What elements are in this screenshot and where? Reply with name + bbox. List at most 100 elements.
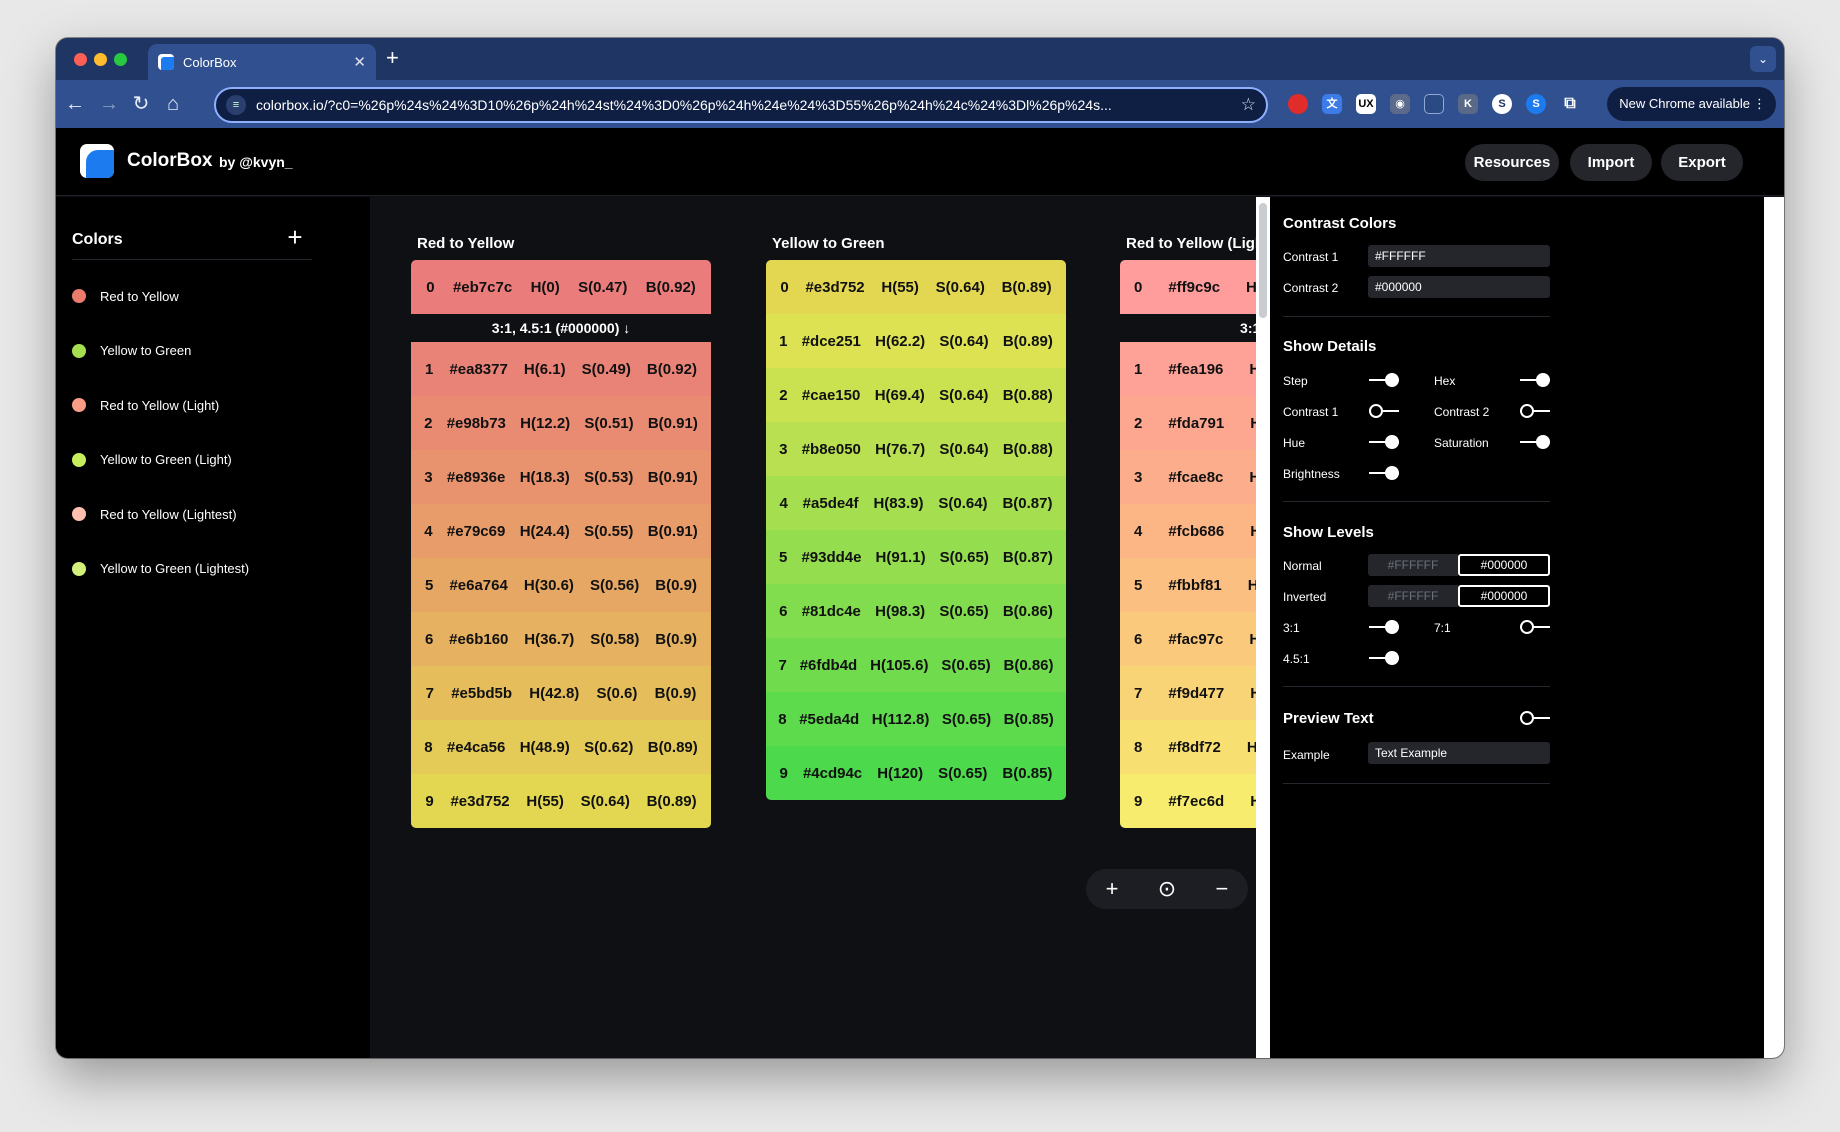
- swatch-row[interactable]: 1 #ea8377 H(6.1) S(0.49) B(0.92): [411, 342, 711, 396]
- palette-title[interactable]: Red to Yellow: [417, 235, 514, 252]
- brightness-toggle[interactable]: [1369, 465, 1399, 481]
- swatch-row[interactable]: 5 #fbbf81 H(30: [1120, 558, 1256, 612]
- chrome-menu-icon[interactable]: ⋮: [1753, 87, 1766, 121]
- import-button[interactable]: Import: [1570, 144, 1652, 181]
- hex-toggle[interactable]: [1520, 372, 1550, 388]
- palette-swatches: 0 #ff9c9c H 3:1, 4.5:1 1 #fea196 H(2 #fda791 H(1…: [1120, 260, 1256, 828]
- swatch-row[interactable]: 8 #f8df72 H(48: [1120, 720, 1256, 774]
- saturation-toggle[interactable]: [1520, 434, 1550, 450]
- site-info-icon[interactable]: ≡: [226, 95, 246, 115]
- maximize-window-button[interactable]: [114, 53, 127, 66]
- sidebar-item[interactable]: Yellow to Green: [72, 336, 322, 366]
- swatch-row[interactable]: 8 #e4ca56 H(48.9) S(0.62) B(0.89): [411, 720, 711, 774]
- extension-shazam-icon[interactable]: S: [1526, 94, 1546, 114]
- swatch-row[interactable]: 8 #5eda4d H(112.8) S(0.65) B(0.85): [766, 692, 1066, 746]
- contrast1-input[interactable]: #FFFFFF: [1368, 245, 1550, 267]
- extension-window-icon[interactable]: [1424, 94, 1444, 114]
- extensions-puzzle-icon[interactable]: ⧉: [1560, 94, 1580, 114]
- step-toggle[interactable]: [1369, 372, 1399, 388]
- tab-search-chevron-icon[interactable]: ⌄: [1750, 46, 1776, 72]
- inverted-light-option[interactable]: #FFFFFF: [1368, 585, 1458, 607]
- sidebar-item[interactable]: Red to Yellow (Light): [72, 390, 322, 420]
- swatch-row[interactable]: 1 #dce251 H(62.2) S(0.64) B(0.89): [766, 314, 1066, 368]
- extension-red-icon[interactable]: [1288, 94, 1308, 114]
- palette-title[interactable]: Red to Yellow (Light): [1126, 235, 1256, 252]
- normal-dark-option[interactable]: #000000: [1458, 554, 1550, 576]
- add-color-button[interactable]: +: [282, 221, 308, 253]
- swatch-row[interactable]: 6 #81dc4e H(98.3) S(0.65) B(0.86): [766, 584, 1066, 638]
- ratio-7-1-toggle[interactable]: [1520, 619, 1550, 635]
- reset-view-button[interactable]: ⊙: [1158, 876, 1176, 902]
- chrome-update-button[interactable]: New Chrome available ⋮: [1607, 87, 1776, 121]
- swatch-row[interactable]: 0 #e3d752 H(55) S(0.64) B(0.89): [766, 260, 1066, 314]
- swatch-row[interactable]: 6 #fac97c H(3: [1120, 612, 1256, 666]
- swatch-s: S(0.65): [939, 548, 989, 566]
- sidebar-item[interactable]: Yellow to Green (Light): [72, 445, 322, 475]
- zoom-in-button[interactable]: +: [1106, 876, 1119, 902]
- swatch-row[interactable]: 4#fcb686H(24: [1120, 504, 1256, 558]
- contrast2-toggle[interactable]: [1520, 403, 1550, 419]
- zoom-out-button[interactable]: −: [1216, 876, 1229, 902]
- swatch-row[interactable]: 4 #a5de4f H(83.9) S(0.64) B(0.87): [766, 476, 1066, 530]
- swatch-step: 2: [1134, 414, 1143, 432]
- new-tab-button[interactable]: +: [386, 46, 399, 70]
- tab-close-icon[interactable]: ✕: [353, 53, 366, 71]
- extension-translate-icon[interactable]: 文: [1322, 94, 1342, 114]
- sidebar-item[interactable]: Red to Yellow (Lightest): [72, 499, 322, 529]
- swatch-row[interactable]: 6 #e6b160 H(36.7) S(0.58) B(0.9): [411, 612, 711, 666]
- swatch-row[interactable]: 0 #eb7c7c H(0) S(0.47) B(0.92): [411, 260, 711, 314]
- minimize-window-button[interactable]: [94, 53, 107, 66]
- swatch-row[interactable]: 5 #93dd4e H(91.1) S(0.65) B(0.87): [766, 530, 1066, 584]
- swatch-row[interactable]: 9 #e3d752 H(55) S(0.64) B(0.89): [411, 774, 711, 828]
- swatch-row[interactable]: 9 #4cd94c H(120) S(0.65) B(0.85): [766, 746, 1066, 800]
- ratio-3-1-toggle[interactable]: [1369, 619, 1399, 635]
- swatch-row[interactable]: 7 #e5bd5b H(42.8) S(0.6) B(0.9): [411, 666, 711, 720]
- resources-button[interactable]: Resources: [1465, 144, 1559, 181]
- export-button[interactable]: Export: [1661, 144, 1743, 181]
- ratio-4-5-1-toggle[interactable]: [1369, 650, 1399, 666]
- contrast1-label: Contrast 1: [1283, 250, 1339, 264]
- swatch-row[interactable]: 5 #e6a764 H(30.6) S(0.56) B(0.9): [411, 558, 711, 612]
- canvas-scrollbar[interactable]: [1256, 197, 1270, 1058]
- swatch-row[interactable]: 2 #e98b73 H(12.2) S(0.51) B(0.91): [411, 396, 711, 450]
- panel-scrollbar[interactable]: [1764, 197, 1784, 1058]
- author-byline[interactable]: by @kvyn_: [219, 154, 293, 170]
- contrast2-input[interactable]: #000000: [1368, 276, 1550, 298]
- close-window-button[interactable]: [74, 53, 87, 66]
- browser-tab[interactable]: ColorBox ✕: [148, 44, 376, 80]
- swatch-s: S(0.65): [938, 764, 988, 782]
- url-text[interactable]: colorbox.io/?c0=%26p%24s%24%3D10%26p%24h…: [256, 97, 1233, 113]
- swatch-row[interactable]: 7 #6fdb4d H(105.6) S(0.65) B(0.86): [766, 638, 1066, 692]
- reload-icon[interactable]: ↻: [128, 91, 154, 117]
- swatch-row[interactable]: 3 #b8e050 H(76.7) S(0.64) B(0.88): [766, 422, 1066, 476]
- example-text-input[interactable]: Text Example: [1368, 742, 1550, 764]
- swatch-row[interactable]: 7#f9d477H(42: [1120, 666, 1256, 720]
- swatch-row[interactable]: 1 #fea196 H(: [1120, 342, 1256, 396]
- contrast1-toggle[interactable]: [1369, 403, 1399, 419]
- swatch-row[interactable]: 2 #cae150 H(69.4) S(0.64) B(0.88): [766, 368, 1066, 422]
- extension-camera-icon[interactable]: ◉: [1390, 94, 1410, 114]
- inverted-dark-option[interactable]: #000000: [1458, 585, 1550, 607]
- scrollbar-thumb[interactable]: [1259, 203, 1267, 318]
- normal-light-option[interactable]: #FFFFFF: [1368, 554, 1458, 576]
- extension-k-icon[interactable]: K: [1458, 94, 1478, 114]
- address-bar[interactable]: ≡ colorbox.io/?c0=%26p%24s%24%3D10%26p%2…: [214, 87, 1268, 123]
- bookmark-star-icon[interactable]: ☆: [1241, 95, 1256, 115]
- swatch-row[interactable]: 3 #fcae8c H(18: [1120, 450, 1256, 504]
- back-icon[interactable]: ←: [62, 91, 88, 117]
- forward-icon[interactable]: →: [96, 91, 122, 117]
- swatch-row[interactable]: 0 #ff9c9c H: [1120, 260, 1256, 314]
- extension-s-icon[interactable]: S: [1492, 94, 1512, 114]
- swatch-row[interactable]: 4 #e79c69 H(24.4) S(0.55) B(0.91): [411, 504, 711, 558]
- swatch-row[interactable]: 2#fda791H(12: [1120, 396, 1256, 450]
- hue-toggle[interactable]: [1369, 434, 1399, 450]
- palette-canvas[interactable]: Red to Yellow (Light) 0 #ff9c9c H 3:1, 4.5:1…: [370, 197, 1256, 1058]
- swatch-row[interactable]: 9#f7ec6dH(5: [1120, 774, 1256, 828]
- preview-text-toggle[interactable]: [1520, 710, 1550, 726]
- sidebar-item[interactable]: Yellow to Green (Lightest): [72, 554, 322, 584]
- sidebar-item[interactable]: Red to Yellow: [72, 281, 322, 311]
- home-icon[interactable]: ⌂: [160, 91, 186, 117]
- palette-title[interactable]: Yellow to Green: [772, 235, 885, 252]
- extension-ux-icon[interactable]: UX: [1356, 94, 1376, 114]
- swatch-row[interactable]: 3 #e8936e H(18.3) S(0.53) B(0.91): [411, 450, 711, 504]
